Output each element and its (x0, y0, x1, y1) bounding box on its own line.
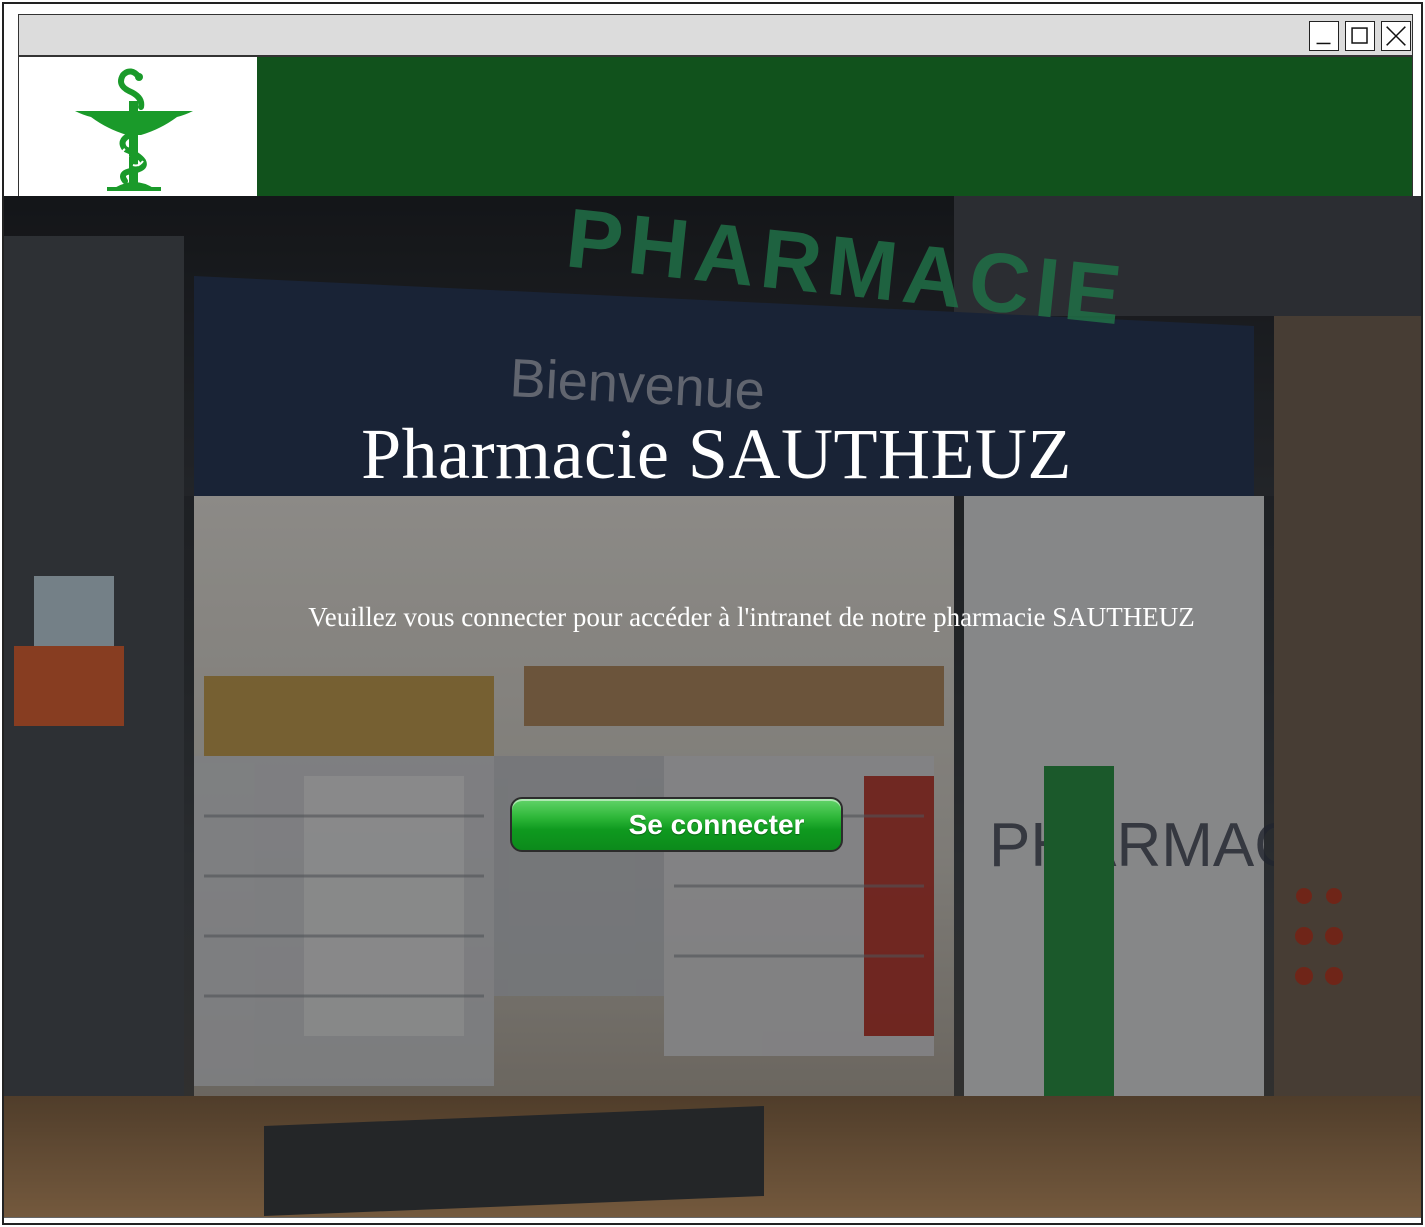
app-window: PHARMACIE Bienvenue PHARMACIE Pharmacie … (2, 2, 1423, 1225)
logo-container (19, 57, 257, 196)
minimize-icon (1316, 42, 1331, 45)
hero-background: PHARMACIE Bienvenue PHARMACIE (4, 196, 1421, 1217)
close-button[interactable] (1381, 21, 1411, 51)
window-bottom-edge (4, 1217, 1421, 1223)
page-title: Pharmacie SAUTHEUZ (361, 414, 1072, 494)
minimize-button[interactable] (1309, 21, 1339, 51)
maximize-button[interactable] (1345, 21, 1375, 51)
window-titlebar (18, 14, 1413, 56)
close-icon (1386, 26, 1406, 46)
pharmacy-caduceus-icon (75, 68, 193, 191)
connect-button[interactable]: Se connecter (510, 797, 843, 852)
maximize-icon (1351, 27, 1368, 44)
app-header (18, 56, 1413, 197)
login-instructions: Veuillez vous connecter pour accéder à l… (308, 602, 1195, 632)
hero-dim-overlay (4, 196, 1421, 1217)
